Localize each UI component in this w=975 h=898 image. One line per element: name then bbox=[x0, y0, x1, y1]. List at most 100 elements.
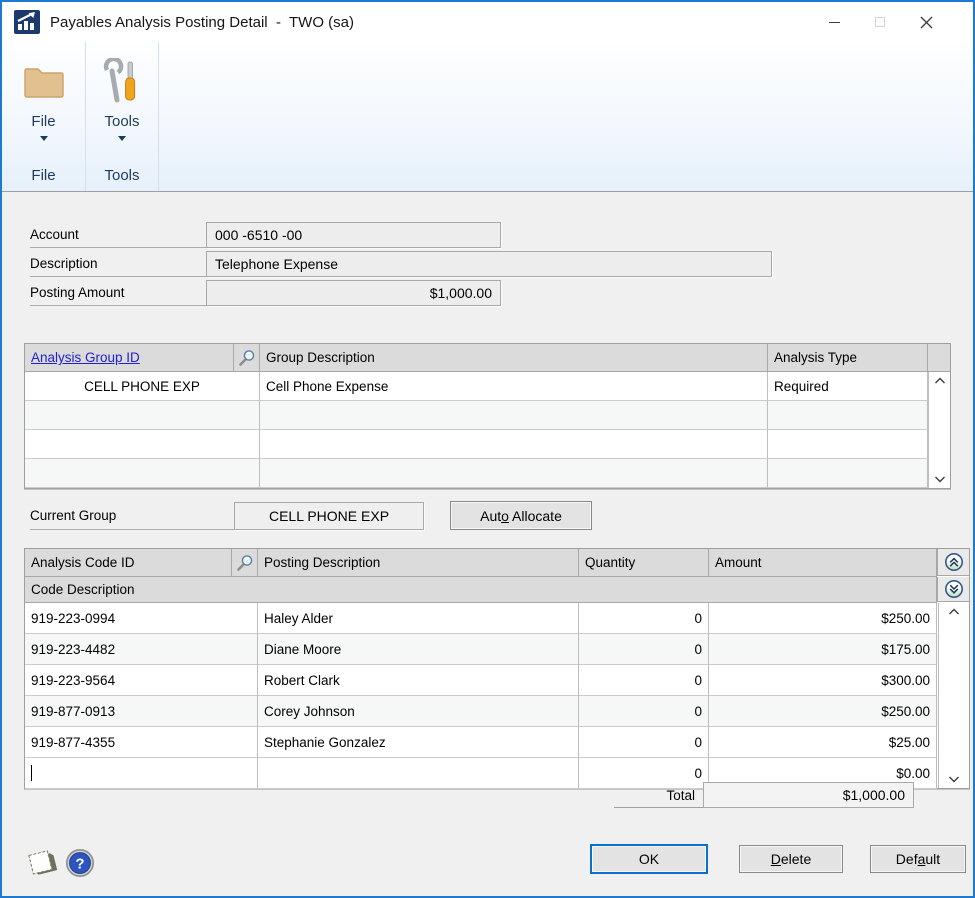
amount-cell[interactable]: $250.00 bbox=[709, 696, 937, 727]
posting-description-cell[interactable] bbox=[258, 758, 579, 789]
analysis-code-lookup-button[interactable] bbox=[232, 549, 258, 577]
table-row bbox=[25, 430, 950, 459]
code-cell[interactable]: 919-877-4355 bbox=[25, 727, 258, 758]
quantity-cell[interactable]: 0 bbox=[579, 634, 709, 665]
group-description-header: Group Description bbox=[260, 344, 768, 372]
current-group-field: CELL PHONE EXP bbox=[234, 502, 424, 530]
ribbon: File File Tools Tools bbox=[2, 42, 973, 192]
group-id-cell[interactable] bbox=[25, 430, 260, 459]
analysis-code-grid: Analysis Code ID Posting Description Qua… bbox=[24, 548, 970, 789]
expand-rows-button[interactable] bbox=[937, 549, 969, 576]
analysis-code-grid-header: Analysis Code ID Posting Description Qua… bbox=[25, 549, 969, 577]
quantity-cell[interactable]: 0 bbox=[579, 696, 709, 727]
group-description-cell[interactable] bbox=[260, 430, 768, 459]
quantity-cell[interactable]: 0 bbox=[579, 665, 709, 696]
maximize-icon bbox=[875, 17, 885, 27]
code-cell[interactable]: 919-223-4482 bbox=[25, 634, 258, 665]
posting-description-cell[interactable]: Stephanie Gonzalez bbox=[258, 727, 579, 758]
group-id-cell[interactable] bbox=[25, 401, 260, 430]
chevron-down-icon bbox=[118, 136, 126, 141]
total-value: $1,000.00 bbox=[843, 787, 905, 803]
quantity-header: Quantity bbox=[579, 549, 709, 577]
code-grid-scrollbar[interactable] bbox=[938, 603, 969, 788]
group-description-cell[interactable]: Cell Phone Expense bbox=[260, 372, 768, 401]
analysis-group-id-header: Analysis Group ID bbox=[25, 344, 234, 372]
table-row: CELL PHONE EXP Cell Phone Expense Requir… bbox=[25, 372, 950, 401]
posting-description-header: Posting Description bbox=[258, 549, 579, 577]
tools-group-label: Tools bbox=[104, 167, 139, 184]
text-caret bbox=[31, 765, 32, 781]
note-button[interactable] bbox=[22, 846, 58, 880]
analysis-type-cell[interactable] bbox=[768, 459, 928, 488]
collapse-rows-button[interactable] bbox=[937, 577, 969, 602]
posting-description-cell[interactable]: Robert Clark bbox=[258, 665, 579, 696]
posting-description-cell[interactable]: Diane Moore bbox=[258, 634, 579, 665]
group-id-cell[interactable]: CELL PHONE EXP bbox=[25, 372, 260, 401]
code-cell[interactable]: 919-223-9564 bbox=[25, 665, 258, 696]
minimize-button[interactable] bbox=[811, 2, 857, 42]
posting-amount-row: Posting Amount $1,000.00 bbox=[30, 280, 501, 306]
table-row: 919-877-0913 Corey Johnson 0 $250.00 bbox=[25, 696, 969, 727]
analysis-group-id-link[interactable]: Analysis Group ID bbox=[31, 350, 140, 365]
amount-cell[interactable]: $250.00 bbox=[709, 603, 937, 634]
auto-allocate-button[interactable]: Auto Allocate bbox=[450, 501, 592, 530]
posting-description-cell[interactable]: Haley Alder bbox=[258, 603, 579, 634]
help-button[interactable]: ? bbox=[64, 847, 96, 879]
default-button[interactable]: Default bbox=[870, 845, 966, 873]
current-group-row: Current Group CELL PHONE EXP bbox=[30, 502, 424, 530]
window-title: Payables Analysis Posting Detail - TWO (… bbox=[50, 14, 354, 31]
delete-button[interactable]: Delete bbox=[739, 845, 843, 873]
group-grid-scrollbar[interactable] bbox=[928, 372, 950, 488]
amount-cell[interactable]: $175.00 bbox=[709, 634, 937, 665]
analysis-type-cell[interactable]: Required bbox=[768, 372, 928, 401]
chevron-up-icon[interactable] bbox=[934, 376, 946, 385]
quantity-cell[interactable]: 0 bbox=[579, 727, 709, 758]
posting-description-cell[interactable]: Corey Johnson bbox=[258, 696, 579, 727]
code-cell[interactable]: 919-223-0994 bbox=[25, 603, 258, 634]
notepad-icon bbox=[23, 847, 57, 879]
current-group-label: Current Group bbox=[30, 502, 234, 530]
code-cell[interactable]: 919-877-0913 bbox=[25, 696, 258, 727]
amount-cell[interactable]: $300.00 bbox=[709, 665, 937, 696]
maximize-button[interactable] bbox=[857, 2, 903, 42]
total-label: Total bbox=[614, 784, 703, 808]
analysis-type-cell[interactable] bbox=[768, 401, 928, 430]
bar-chart-icon bbox=[14, 10, 40, 34]
analysis-group-lookup-button[interactable] bbox=[234, 344, 260, 372]
description-label: Description bbox=[30, 251, 206, 277]
analysis-group-grid-header: Analysis Group ID Group Description Anal… bbox=[25, 344, 950, 372]
folder-icon bbox=[21, 54, 67, 110]
analysis-group-grid: Analysis Group ID Group Description Anal… bbox=[24, 343, 951, 489]
chevron-down-icon[interactable] bbox=[934, 475, 946, 484]
code-cell[interactable] bbox=[25, 758, 258, 789]
chevron-down-icon[interactable] bbox=[948, 775, 960, 784]
quantity-cell[interactable]: 0 bbox=[579, 603, 709, 634]
group-description-cell[interactable] bbox=[260, 459, 768, 488]
table-row: 919-223-0994 Haley Alder 0 $250.00 bbox=[25, 603, 969, 634]
total-field: $1,000.00 bbox=[703, 782, 914, 808]
tools-menu-button[interactable]: Tools Tools bbox=[86, 42, 159, 191]
chevron-down-icon bbox=[40, 136, 48, 141]
table-row bbox=[25, 459, 950, 488]
code-description-header: Code Description bbox=[25, 577, 937, 603]
account-value: 000 -6510 -00 bbox=[215, 227, 302, 243]
file-menu-button[interactable]: File File bbox=[2, 42, 86, 191]
account-field: 000 -6510 -00 bbox=[206, 222, 501, 248]
group-id-cell[interactable] bbox=[25, 459, 260, 488]
ok-button[interactable]: OK bbox=[590, 844, 708, 874]
group-description-cell[interactable] bbox=[260, 401, 768, 430]
amount-cell[interactable]: $25.00 bbox=[709, 727, 937, 758]
table-row: 919-223-4482 Diane Moore 0 $175.00 bbox=[25, 634, 969, 665]
account-label: Account bbox=[30, 222, 206, 248]
posting-amount-label: Posting Amount bbox=[30, 280, 206, 306]
wrench-screwdriver-icon bbox=[100, 54, 144, 110]
table-row bbox=[25, 401, 950, 430]
close-button[interactable] bbox=[903, 2, 949, 42]
description-row: Description Telephone Expense bbox=[30, 251, 772, 277]
analysis-type-cell[interactable] bbox=[768, 430, 928, 459]
chevron-up-icon[interactable] bbox=[948, 607, 960, 616]
posting-amount-value: $1,000.00 bbox=[430, 285, 492, 301]
description-field: Telephone Expense bbox=[206, 251, 772, 277]
table-row: 919-223-9564 Robert Clark 0 $300.00 bbox=[25, 665, 969, 696]
file-group-label: File bbox=[31, 167, 55, 184]
